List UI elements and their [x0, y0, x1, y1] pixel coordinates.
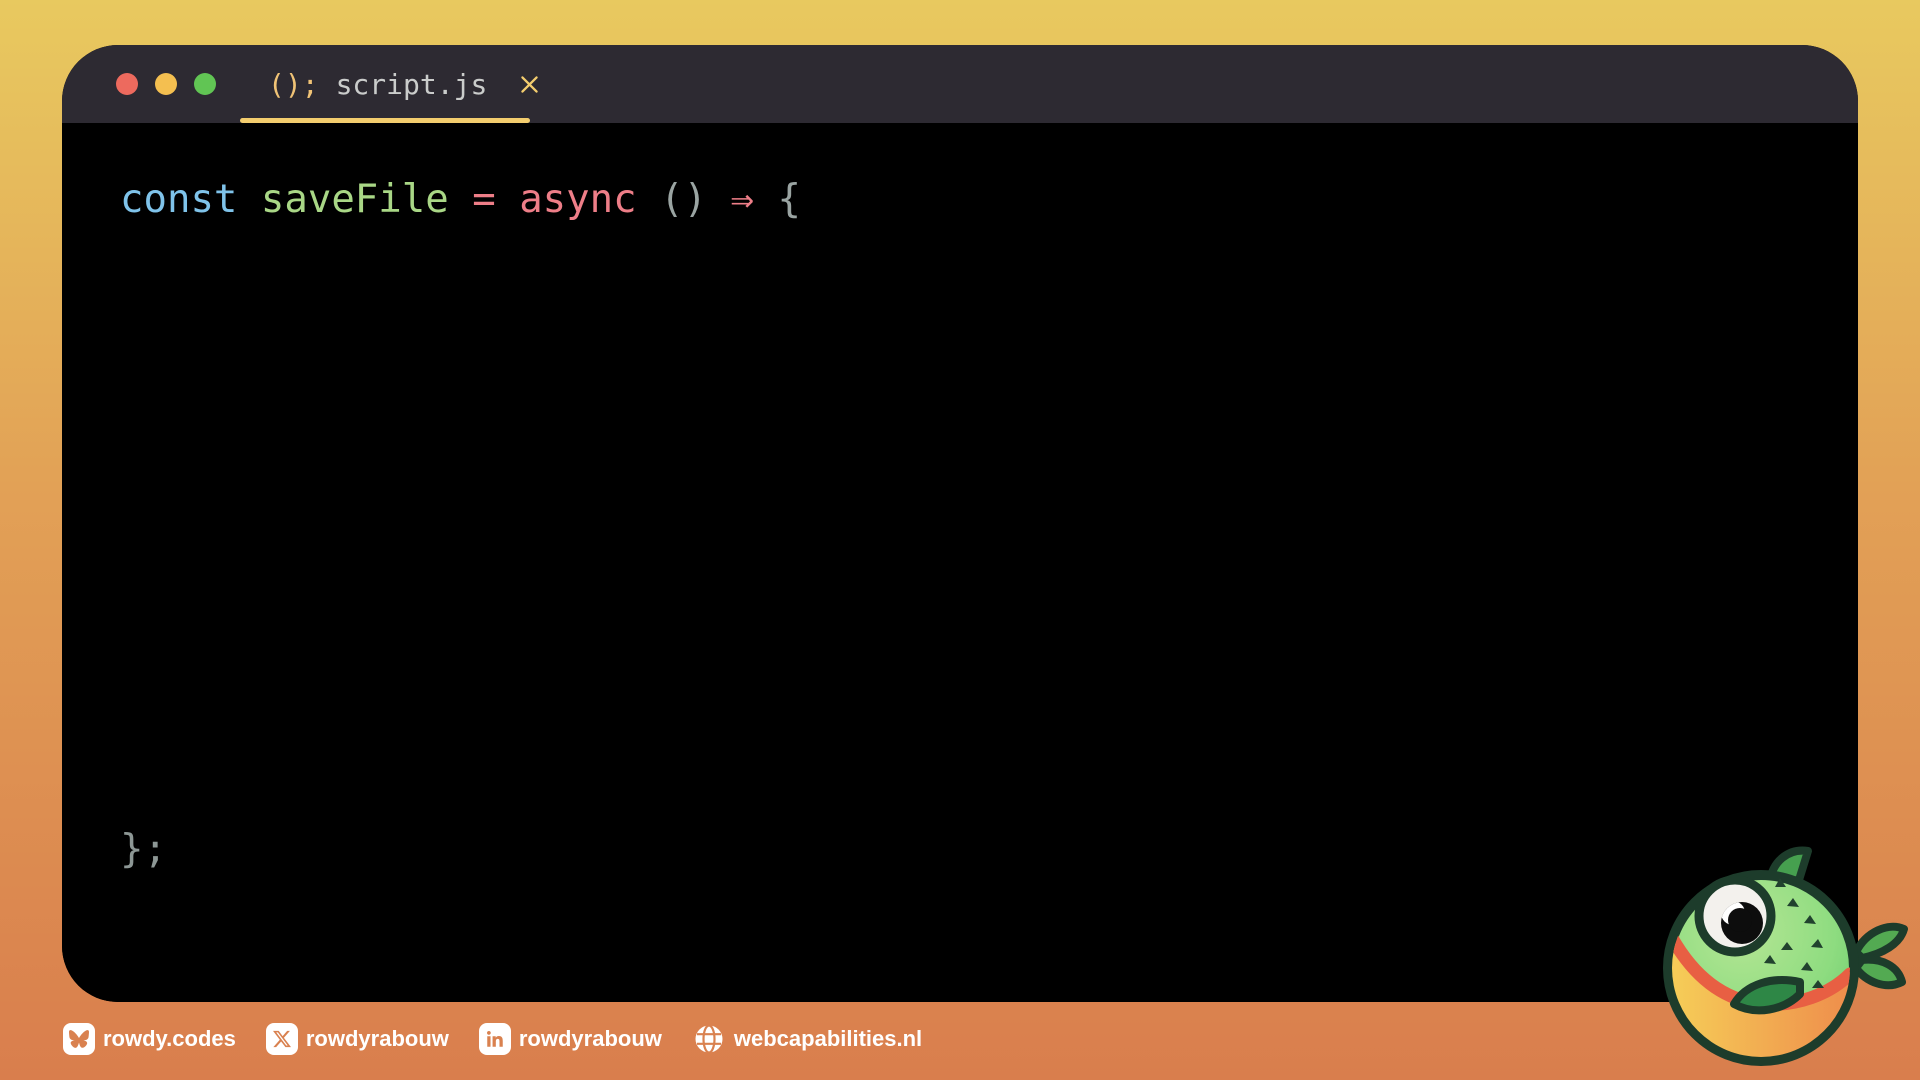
- footer-link-label: rowdyrabouw: [519, 1026, 662, 1052]
- footer-link-linkedin[interactable]: rowdyrabouw: [479, 1023, 662, 1055]
- code-editor-window: (); script.js const saveFile = async () …: [62, 45, 1858, 1002]
- window-minimize-button[interactable]: [155, 73, 177, 95]
- token-close-brace: };: [120, 827, 167, 872]
- code-line-2: };: [120, 829, 167, 871]
- token-savefile: saveFile: [237, 177, 448, 222]
- token-parens: (): [637, 177, 731, 222]
- footer-link-label: rowdy.codes: [103, 1026, 236, 1052]
- footer-link-x[interactable]: rowdyrabouw: [266, 1023, 449, 1055]
- fish-mascot-graphic: [1634, 834, 1920, 1080]
- token-arrow: ⇒: [731, 177, 754, 222]
- editor-content: const saveFile = async () ⇒ { };: [62, 123, 1858, 1002]
- tab-close-icon[interactable]: [517, 72, 542, 97]
- traffic-lights: [116, 45, 216, 123]
- window-titlebar: (); script.js: [62, 45, 1858, 123]
- tab-prefix: ();: [268, 68, 319, 101]
- window-zoom-button[interactable]: [194, 73, 216, 95]
- tab-script-js[interactable]: (); script.js: [240, 45, 530, 123]
- footer-links: rowdy.codes rowdyrabouw rowdyrabouw: [63, 1022, 922, 1056]
- x-icon: [266, 1023, 298, 1055]
- bluesky-icon: [63, 1023, 95, 1055]
- footer-link-website[interactable]: webcapabilities.nl: [692, 1022, 922, 1056]
- linkedin-icon: [479, 1023, 511, 1055]
- code-line-1: const saveFile = async () ⇒ {: [120, 179, 801, 221]
- fish-mascot: [1634, 834, 1920, 1080]
- globe-icon: [692, 1022, 726, 1056]
- token-equals: =: [449, 177, 519, 222]
- footer-link-bluesky[interactable]: rowdy.codes: [63, 1023, 236, 1055]
- token-async: async: [519, 177, 636, 222]
- token-open-brace: {: [754, 177, 801, 222]
- tab-filename: script.js: [336, 68, 488, 101]
- footer-link-label: webcapabilities.nl: [734, 1026, 922, 1052]
- window-close-button[interactable]: [116, 73, 138, 95]
- slide-background: (); script.js const saveFile = async () …: [0, 0, 1920, 1080]
- footer-link-label: rowdyrabouw: [306, 1026, 449, 1052]
- token-const: const: [120, 177, 237, 222]
